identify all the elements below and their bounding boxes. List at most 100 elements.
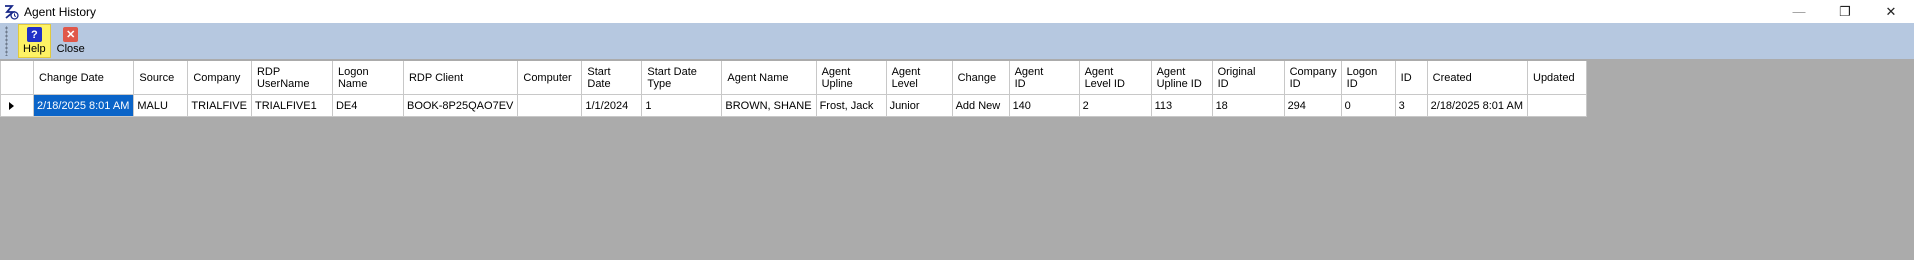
cell-change-date[interactable]: 2/18/2025 8:01 AM <box>32 94 135 117</box>
column-header-text: UserName <box>256 77 310 90</box>
column-header-text: ID <box>1346 77 1358 90</box>
column-header-text: ID <box>1014 77 1026 90</box>
column-header-original-id[interactable]: Original ID <box>1211 61 1285 95</box>
cell-created[interactable]: 2/18/2025 8:01 AM <box>1426 94 1529 117</box>
column-header-change-date[interactable]: Change Date <box>32 61 135 95</box>
column-header-agent-upline[interactable]: Agent Upline <box>815 61 887 95</box>
help-button[interactable]: ? Help <box>18 24 51 58</box>
column-header-text: ID <box>1289 77 1301 90</box>
cell-rdp-username[interactable]: TRIALFIVE1 <box>250 94 333 117</box>
agent-history-grid[interactable]: Change Date Source Company RDP UserName Logon… <box>0 61 1587 117</box>
cell-source[interactable]: MALU <box>133 94 189 117</box>
column-header-computer[interactable]: Computer <box>517 61 583 95</box>
title-bar: Agent History — ❐ ✕ <box>0 0 1914 23</box>
column-header-text: RDP Client <box>408 71 464 84</box>
column-header-created[interactable]: Created <box>1426 61 1529 95</box>
column-header-text: Source <box>139 71 175 84</box>
column-header-text: Agent <box>891 65 921 78</box>
cell-start-date-type[interactable]: 1 <box>641 94 723 117</box>
column-header-start-date-type[interactable]: Start Date Type <box>641 61 723 95</box>
column-header-source[interactable]: Source <box>133 61 189 95</box>
column-header-text: Updated <box>1533 71 1575 84</box>
column-header-text: Company <box>193 71 241 84</box>
column-header-text: Change Date <box>39 71 104 84</box>
column-header-text: Type <box>647 77 672 90</box>
column-header-text: Upline ID <box>1156 77 1202 90</box>
column-header-agent-id[interactable]: Agent ID <box>1008 61 1080 95</box>
column-header-start-date[interactable]: Start Date <box>581 61 643 95</box>
column-header-text: Name <box>337 77 368 90</box>
cell-logon-name[interactable]: DE4 <box>331 94 404 117</box>
close-button[interactable]: ✕ Close <box>53 24 89 58</box>
column-header-text: Logon <box>337 65 369 78</box>
column-header-text: Created <box>1432 71 1472 84</box>
column-header-rdp-client[interactable]: RDP Client <box>402 61 519 95</box>
minimize-button[interactable]: — <box>1776 0 1822 23</box>
cell-agent-id[interactable]: 140 <box>1008 94 1080 117</box>
column-header-company-id[interactable]: Company ID <box>1283 61 1342 95</box>
cell-agent-level[interactable]: Junior <box>885 94 953 117</box>
column-header-text: Agent <box>821 65 851 78</box>
cell-company-id[interactable]: 294 <box>1283 94 1342 117</box>
column-header-company[interactable]: Company <box>187 61 252 95</box>
column-header-text: Level <box>891 77 918 90</box>
column-header-id[interactable]: ID <box>1394 61 1428 95</box>
column-header-text: Agent Name <box>727 71 789 84</box>
column-header-text: Upline <box>821 77 853 90</box>
close-icon: ✕ <box>63 27 79 42</box>
column-header-text: Change <box>957 71 997 84</box>
close-window-button[interactable]: ✕ <box>1868 0 1914 23</box>
row-selector[interactable] <box>0 94 34 117</box>
toolbar: ? Help ✕ Close <box>0 23 1914 59</box>
column-header-logon-name[interactable]: Logon Name <box>331 61 404 95</box>
column-header-text: Date <box>587 77 611 90</box>
table-row[interactable]: 2/18/2025 8:01 AM MALU TRIALFIVE TRIALFIVE1… <box>0 94 1587 117</box>
cell-agent-level-id[interactable]: 2 <box>1078 94 1152 117</box>
column-header-rdp-username[interactable]: RDP UserName <box>250 61 333 95</box>
cell-id[interactable]: 3 <box>1394 94 1428 117</box>
column-header-text: RDP <box>256 65 281 78</box>
column-header-text: Computer <box>523 71 572 84</box>
cell-company[interactable]: TRIALFIVE <box>187 94 252 117</box>
agent-history-app-icon <box>3 4 19 20</box>
toolbar-grip[interactable] <box>5 26 8 56</box>
help-label: Help <box>23 43 46 55</box>
current-row-arrow-icon <box>9 101 14 110</box>
column-header-agent-level[interactable]: Agent Level <box>885 61 953 95</box>
header-row: Change Date Source Company RDP UserName Logon… <box>0 61 1587 95</box>
cell-change[interactable]: Add New <box>951 94 1010 117</box>
cell-updated[interactable] <box>1527 94 1587 117</box>
column-header-text: Start <box>587 65 611 78</box>
close-label: Close <box>56 43 85 55</box>
window-controls: — ❐ ✕ <box>1776 0 1914 23</box>
column-header-agent-name[interactable]: Agent Name <box>721 61 817 95</box>
column-header-text: ID <box>1400 71 1412 84</box>
cell-original-id[interactable]: 18 <box>1211 94 1285 117</box>
column-header-text: ID <box>1217 77 1229 90</box>
column-header-text: Agent <box>1156 65 1186 78</box>
cell-agent-upline-id[interactable]: 113 <box>1150 94 1213 117</box>
column-header-logon-id[interactable]: Logon ID <box>1340 61 1396 95</box>
cell-rdp-client[interactable]: BOOK-8P25QAO7EV <box>402 94 519 117</box>
column-header-text: Original <box>1217 65 1256 78</box>
column-header-agent-level-id[interactable]: Agent Level ID <box>1078 61 1152 95</box>
cell-computer[interactable] <box>517 94 583 117</box>
column-header-updated[interactable]: Updated <box>1527 61 1587 95</box>
cell-agent-name[interactable]: BROWN, SHANE <box>721 94 817 117</box>
column-header-text: Logon <box>1346 65 1378 78</box>
column-header-text: Level ID <box>1084 77 1125 90</box>
corner-cell <box>0 61 34 95</box>
column-header-text: Agent <box>1014 65 1044 78</box>
column-header-text: Start Date <box>647 65 697 78</box>
column-header-text: Agent <box>1084 65 1114 78</box>
cell-start-date[interactable]: 1/1/2024 <box>581 94 643 117</box>
help-icon: ? <box>26 27 42 42</box>
column-header-agent-upline-id[interactable]: Agent Upline ID <box>1150 61 1213 95</box>
window-title: Agent History <box>24 4 97 19</box>
column-header-text: Company <box>1289 65 1337 78</box>
restore-button[interactable]: ❐ <box>1822 0 1868 23</box>
column-header-change[interactable]: Change <box>951 61 1010 95</box>
cell-logon-id[interactable]: 0 <box>1340 94 1396 117</box>
cell-agent-upline[interactable]: Frost, Jack <box>815 94 887 117</box>
agent-history-window: Agent History — ❐ ✕ ? Help ✕ Close Chang… <box>0 0 1914 260</box>
